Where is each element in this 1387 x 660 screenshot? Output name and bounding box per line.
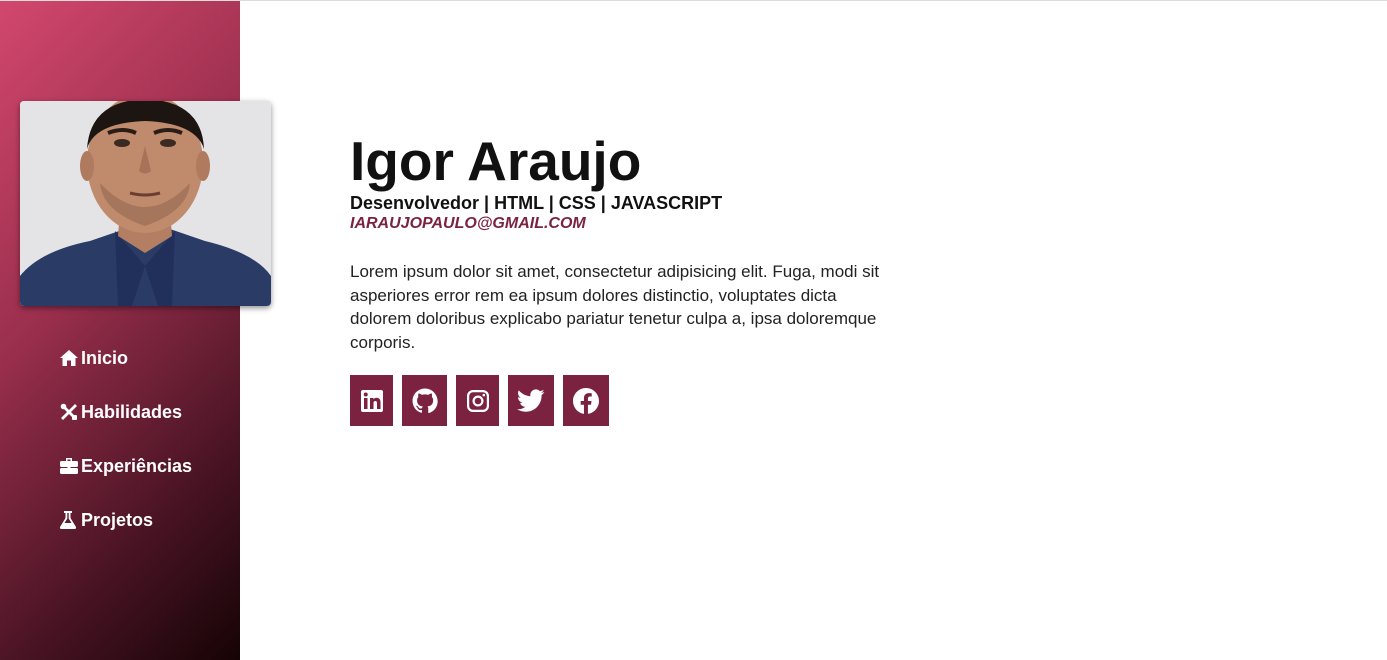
- facebook-icon: [573, 387, 599, 414]
- nav-label: Inicio: [81, 347, 129, 368]
- main-content: Igor Araujo Desenvolvedor | HTML | CSS |…: [350, 130, 910, 426]
- flask-icon: [59, 510, 81, 530]
- nav-item-experiencias[interactable]: Experiências: [59, 453, 192, 479]
- sidebar: Inicio Habilidades Experiências Projetos: [0, 1, 271, 660]
- instagram-icon: [466, 389, 489, 412]
- briefcase-icon: [59, 456, 81, 476]
- profile-photo: [20, 101, 271, 306]
- profile-role: Desenvolvedor | HTML | CSS | JAVASCRIPT: [350, 193, 723, 213]
- twitter-icon: [517, 388, 545, 412]
- profile-email[interactable]: IARAUJOPAULO@GMAIL.COM: [350, 214, 910, 234]
- linkedin-icon: [360, 389, 383, 412]
- nav-item-inicio[interactable]: Inicio: [59, 345, 192, 371]
- twitter-button[interactable]: [508, 375, 554, 426]
- nav-label: Habilidades: [81, 401, 183, 422]
- nav-item-projetos[interactable]: Projetos: [59, 507, 192, 533]
- github-button[interactable]: [402, 375, 447, 426]
- social-links: [350, 375, 910, 426]
- linkedin-button[interactable]: [350, 375, 393, 426]
- home-icon: [59, 348, 81, 368]
- instagram-button[interactable]: [456, 375, 499, 426]
- facebook-button[interactable]: [563, 375, 609, 426]
- tools-icon: [59, 402, 81, 422]
- nav-item-habilidades[interactable]: Habilidades: [59, 399, 192, 425]
- profile-name: Igor Araujo: [350, 130, 642, 192]
- nav-label: Experiências: [81, 455, 193, 476]
- profile-bio: Lorem ipsum dolor sit amet, consectetur …: [350, 262, 880, 352]
- github-icon: [412, 388, 438, 413]
- sidebar-nav: Inicio Habilidades Experiências Projetos: [59, 345, 192, 561]
- nav-label: Projetos: [81, 509, 154, 530]
